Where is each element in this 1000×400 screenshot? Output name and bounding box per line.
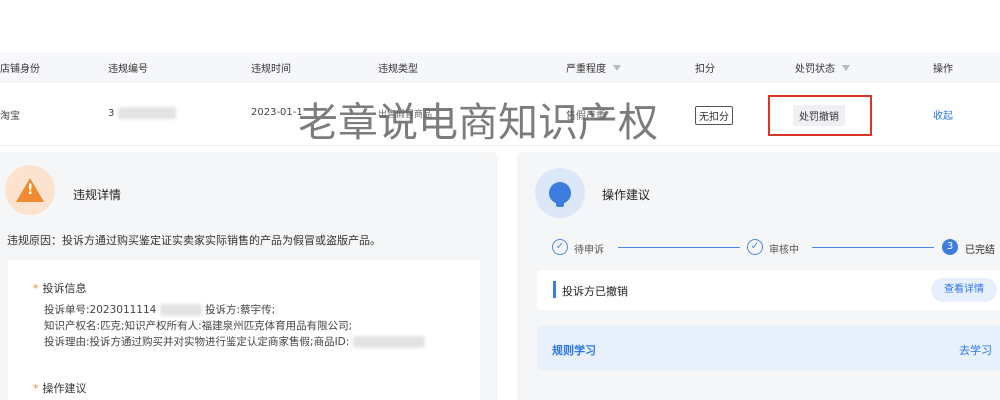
- header-violation-type: 违规类型: [378, 64, 418, 75]
- step-connector: [618, 247, 740, 248]
- check-icon: ✓: [552, 239, 568, 255]
- progress-steps: ✓ 待申诉 ✓ 审核中 3 已完结: [540, 237, 1000, 257]
- warning-icon: !: [16, 178, 44, 202]
- header-shop-identity: 店铺身份: [0, 64, 40, 75]
- rule-study-card: 规则学习 去学习: [537, 326, 1000, 370]
- penalty-status-tag: 处罚撤销: [793, 105, 845, 126]
- collapse-link[interactable]: 收起: [933, 107, 953, 122]
- operation-advice-title: 操作建议: [602, 188, 651, 202]
- violation-detail-title: 违规详情: [73, 188, 122, 202]
- header-violation-no: 违规编号: [108, 64, 148, 75]
- header-deduction: 扣分: [695, 64, 715, 75]
- complaint-line-1: 投诉单号:2023011114 投诉方:蔡宇传;: [44, 302, 275, 317]
- redaction-blur: [159, 304, 202, 316]
- complaint-number: 投诉单号:2023011114: [44, 304, 157, 316]
- status-accent-bar: [553, 281, 556, 298]
- step-label-pending-appeal: 待申诉: [574, 245, 604, 256]
- header-penalty-status: 处罚状态: [795, 60, 850, 75]
- suggestion-heading: * 操作建议: [33, 382, 87, 395]
- violation-reason: 违规原因：投诉方通过购买鉴定证实卖家实际销售的产品为假冒或盗版产品。: [7, 234, 381, 247]
- header-severity-label: 严重程度: [566, 64, 606, 75]
- step-label-reviewing: 审核中: [769, 245, 799, 256]
- deduction-tag: 无扣分: [695, 106, 733, 125]
- header-action: 操作: [933, 64, 953, 75]
- table-header: 店铺身份 违规编号 违规时间 违规类型 严重程度 扣分 处罚状态 操作: [0, 52, 1000, 82]
- go-study-link[interactable]: 去学习: [959, 342, 992, 358]
- complaint-line-3: 投诉理由:投诉方通过购买并对实物进行鉴定认定商家售假;商品ID:: [44, 334, 425, 349]
- suggestion-heading-label: 操作建议: [42, 382, 87, 395]
- rule-study-title: 规则学习: [552, 344, 596, 357]
- cell-violation-no-value: 3: [108, 108, 115, 119]
- complainant: 投诉方:蔡宇传;: [205, 304, 276, 316]
- status-text: 投诉方已撤销: [562, 285, 628, 298]
- warning-badge: !: [5, 165, 55, 215]
- advice-badge: [535, 168, 585, 218]
- redaction-blur: [352, 336, 425, 348]
- step-label-completed: 已完结: [965, 245, 995, 256]
- header-severity: 严重程度: [566, 60, 621, 75]
- lightbulb-icon: [549, 182, 571, 207]
- cell-violation-time: 2023-01-1: [251, 107, 303, 118]
- view-details-button[interactable]: 查看详情: [931, 278, 997, 302]
- filter-icon[interactable]: [842, 64, 850, 71]
- complaint-reason: 投诉理由:投诉方通过购买并对实物进行鉴定认定商家售假;商品ID:: [44, 336, 350, 348]
- cell-violation-no: 3: [108, 107, 176, 119]
- watermark-text: 老章说电商知识产权: [298, 100, 658, 146]
- complaint-info-heading-label: 投诉信息: [42, 282, 87, 295]
- header-violation-time: 违规时间: [251, 64, 291, 75]
- redaction-blur: [117, 107, 176, 119]
- status-card: 投诉方已撤销 查看详情: [537, 270, 1000, 310]
- complaint-info-heading: * 投诉信息: [33, 282, 87, 295]
- complaint-info-card: * 投诉信息 投诉单号:2023011114 投诉方:蔡宇传; 知识产权名:匹克;…: [8, 260, 480, 400]
- step-connector: [812, 247, 934, 248]
- complaint-line-2: 知识产权名:匹克;知识产权所有人:福建泉州匹克体育用品有限公司;: [44, 320, 353, 332]
- filter-icon[interactable]: [613, 64, 621, 71]
- step-number-badge: 3: [942, 239, 958, 255]
- check-icon: ✓: [747, 239, 763, 255]
- header-penalty-status-label: 处罚状态: [795, 64, 835, 75]
- cell-shop-identity: 淘宝: [0, 111, 20, 122]
